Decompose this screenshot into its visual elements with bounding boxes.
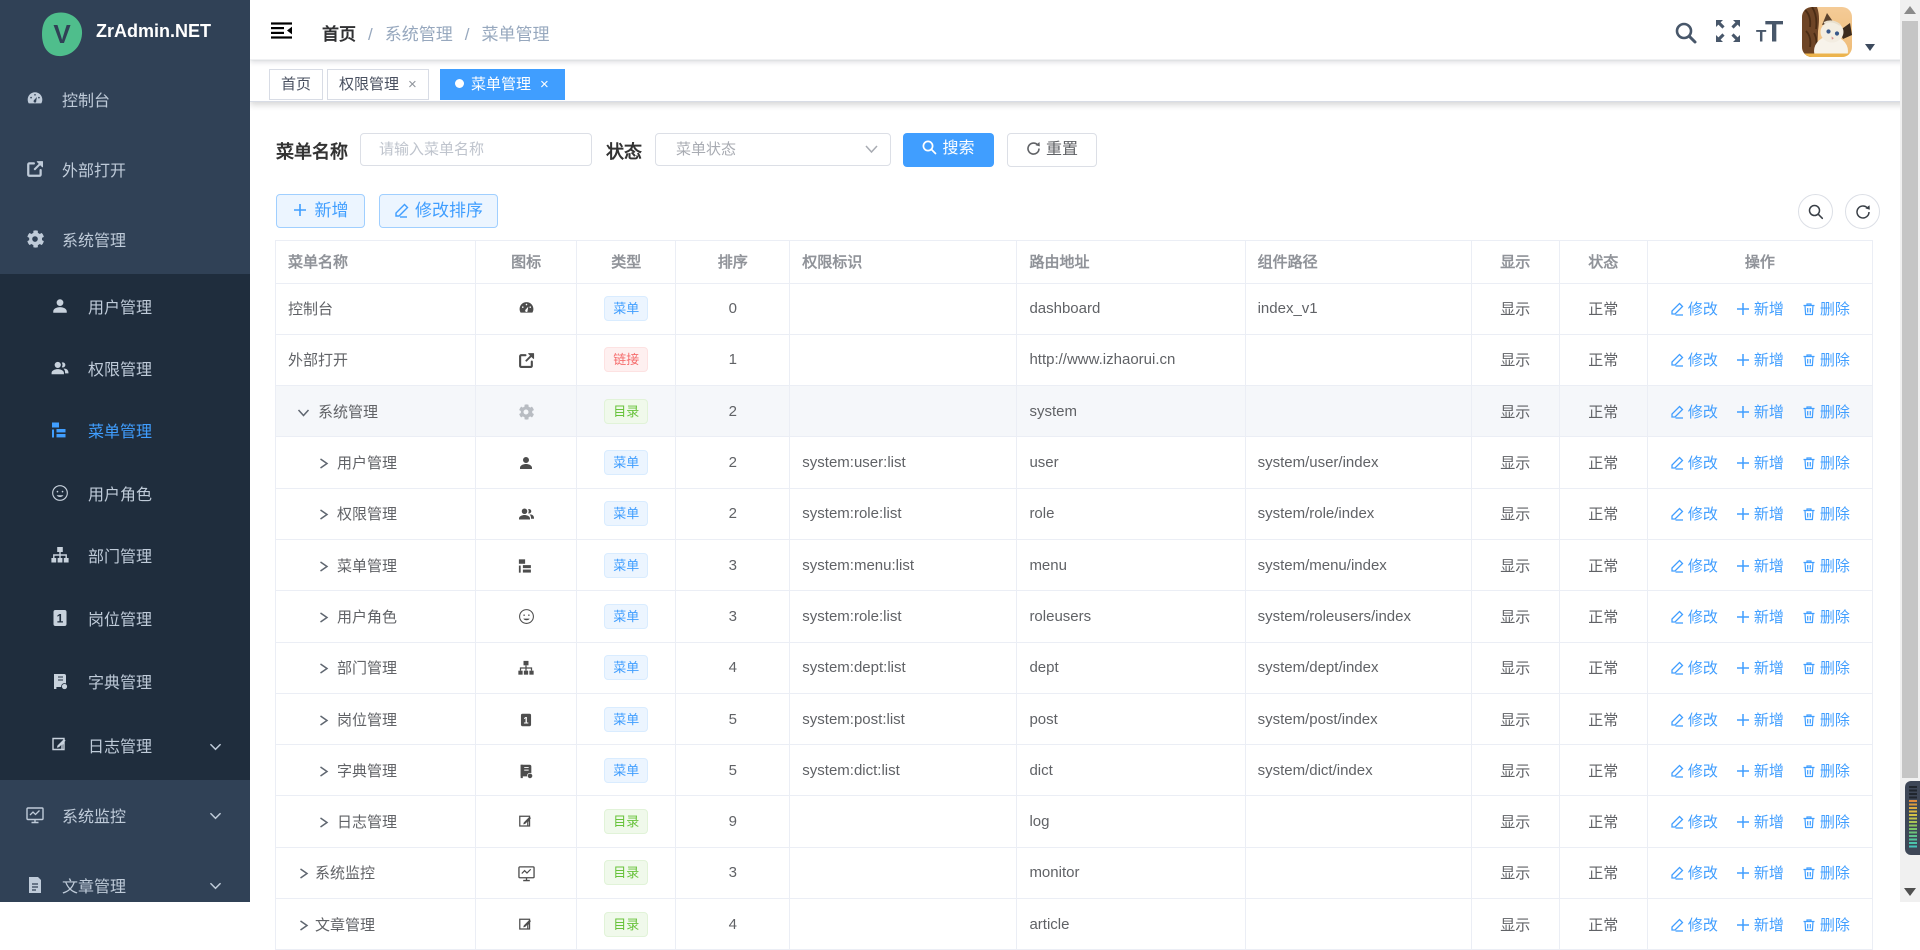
- svg-text:V: V: [53, 19, 71, 49]
- svg-text:1: 1: [524, 715, 529, 725]
- svg-text:T: T: [1765, 16, 1783, 45]
- svg-text:1: 1: [57, 612, 64, 626]
- svg-text:T: T: [1756, 27, 1767, 45]
